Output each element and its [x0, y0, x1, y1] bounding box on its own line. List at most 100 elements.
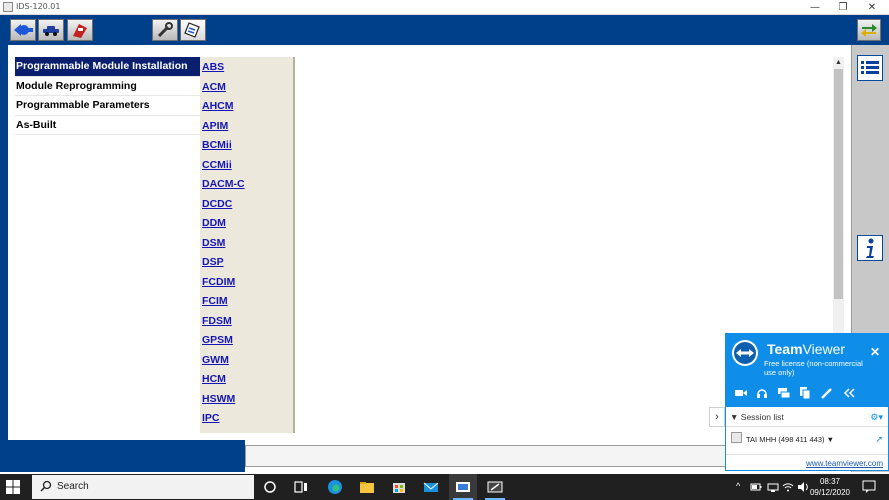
menu-item-label: Programmable Parameters — [16, 99, 150, 111]
headset-icon[interactable] — [755, 386, 769, 400]
teamviewer-website-link[interactable]: www.teamviewer.com — [806, 459, 883, 468]
programming-menu: Programmable Module Installation Module … — [15, 57, 213, 135]
store-icon[interactable] — [391, 479, 407, 495]
teamviewer-close-button[interactable]: ✕ — [870, 345, 880, 359]
windows-start-icon[interactable] — [6, 480, 20, 494]
session-entry[interactable]: TAI MHH (498 411 443) ▼ — [746, 435, 834, 444]
menu-item-programmable-parameters[interactable]: Programmable Parameters — [15, 96, 213, 116]
submenu-item-gwm[interactable]: GWM — [200, 350, 293, 370]
teamviewer-footer: www.teamviewer.com — [726, 454, 888, 471]
network-icon[interactable] — [767, 481, 779, 493]
teamviewer-brand-bold: Team — [767, 341, 803, 357]
menu-item-label: Programmable Module Installation — [16, 60, 188, 72]
session-user-icon — [731, 432, 742, 443]
swap-arrows-icon — [861, 24, 877, 37]
tray-expand-icon[interactable]: ^ — [736, 481, 740, 491]
menu-item-label: As-Built — [16, 118, 57, 131]
submenu-item-fcdim[interactable]: FCDIM — [200, 272, 293, 292]
session-pointer-icon[interactable]: ➚ — [875, 434, 883, 445]
submenu-item-apim[interactable]: APIM — [200, 116, 293, 136]
taskbar-search-box[interactable]: Search — [32, 475, 254, 499]
session-list-label: Session list — [740, 412, 784, 422]
mail-icon[interactable] — [423, 479, 439, 495]
car-icon — [43, 26, 59, 36]
submenu-item-ipc[interactable]: IPC — [200, 408, 293, 428]
ids-application-window: IDS-120.01 — ❐ ✕ Programmable Module Ins… — [0, 0, 889, 500]
close-button[interactable]: ✕ — [857, 0, 887, 15]
collapse-double-chevron-icon[interactable] — [842, 386, 856, 400]
submenu-item-gpsm[interactable]: GPSM — [200, 330, 293, 350]
list-icon — [861, 61, 879, 74]
teamviewer-logo-icon — [732, 340, 758, 366]
vehicle-button[interactable] — [38, 19, 64, 41]
windows-taskbar: Search ^ 08:37 09/12/2020 — [0, 474, 889, 500]
search-placeholder: Search — [57, 481, 89, 492]
minimize-button[interactable]: — — [800, 0, 830, 15]
teamviewer-expand-button[interactable]: › — [709, 407, 725, 427]
list-view-button[interactable] — [857, 55, 883, 81]
window-title: IDS-120.01 — [16, 2, 61, 11]
search-icon — [40, 480, 52, 492]
menu-item-as-built[interactable]: As-Built — [15, 116, 213, 135]
submenu-item-fdsm[interactable]: FDSM — [200, 311, 293, 331]
app-icon — [3, 2, 13, 12]
toolbox-button[interactable] — [67, 19, 93, 41]
submenu-item-fcim[interactable]: FCIM — [200, 291, 293, 311]
submenu-item-abs[interactable]: ABS — [200, 57, 293, 77]
teamviewer-license-text: Free license (non-commercial use only) — [764, 359, 863, 377]
module-submenu: ABS ACM AHCM APIM BCMii CCMii DACM-C DCD… — [200, 57, 295, 433]
submenu-item-ddm[interactable]: DDM — [200, 213, 293, 233]
scrollbar-thumb[interactable] — [834, 69, 843, 299]
toolbar — [0, 15, 889, 45]
ids-app-taskbar-icon[interactable] — [455, 479, 471, 495]
title-bar: IDS-120.01 — ❐ ✕ — [0, 0, 889, 15]
file-explorer-icon[interactable] — [359, 479, 375, 495]
chat-icon[interactable] — [777, 386, 791, 400]
clock-date: 09/12/2020 — [809, 488, 851, 497]
wifi-icon[interactable] — [782, 481, 794, 493]
video-icon[interactable] — [734, 386, 748, 400]
wrench-icon — [157, 22, 173, 38]
menu-item-module-reprogramming[interactable]: Module Reprogramming — [15, 77, 213, 96]
file-transfer-icon[interactable] — [798, 386, 812, 400]
info-button[interactable] — [857, 235, 883, 261]
cortana-icon[interactable] — [262, 479, 278, 495]
submenu-item-dsp[interactable]: DSP — [200, 252, 293, 272]
restore-button[interactable]: ❐ — [828, 0, 858, 15]
submenu-item-bcmii[interactable]: BCMii — [200, 135, 293, 155]
submenu-item-hswm[interactable]: HSWM — [200, 389, 293, 409]
session-entry-label: TAI MHH (498 411 443) — [746, 435, 825, 444]
taskbar-clock[interactable]: 08:37 09/12/2020 — [808, 476, 852, 498]
submenu-item-acm[interactable]: ACM — [200, 77, 293, 97]
teamviewer-brand: TeamViewer — [767, 341, 845, 357]
drawing-app-taskbar-icon[interactable] — [487, 479, 503, 495]
session-settings-gear-icon[interactable]: ⚙▾ — [870, 412, 883, 423]
swap-button[interactable] — [857, 19, 881, 41]
submenu-item-ccmii[interactable]: CCMii — [200, 155, 293, 175]
notifications-icon[interactable] — [862, 480, 876, 494]
task-view-icon[interactable] — [293, 479, 309, 495]
menu-item-label: Module Reprogramming — [16, 79, 137, 92]
bottom-left-frame — [0, 440, 245, 472]
teamviewer-panel: TeamViewer Free license (non-commercial … — [725, 333, 889, 471]
info-icon — [866, 238, 874, 258]
tools-button[interactable] — [152, 19, 178, 41]
menu-item-programmable-module-installation[interactable]: Programmable Module Installation — [15, 57, 213, 77]
edge-browser-icon[interactable] — [327, 479, 343, 495]
scroll-up-icon[interactable]: ▲ — [833, 57, 844, 68]
status-field — [245, 445, 730, 467]
clock-time: 08:37 — [819, 477, 841, 486]
battery-icon[interactable] — [750, 481, 762, 493]
module-programming-icon — [184, 22, 200, 38]
whiteboard-pen-icon[interactable] — [820, 386, 834, 400]
submenu-item-dsm[interactable]: DSM — [200, 233, 293, 253]
session-divider — [726, 426, 888, 427]
session-list-header[interactable]: ▼ Session list — [730, 412, 784, 422]
submenu-item-hcm[interactable]: HCM — [200, 369, 293, 389]
module-programming-button[interactable] — [180, 19, 206, 41]
submenu-item-dcdc[interactable]: DCDC — [200, 194, 293, 214]
submenu-item-ahcm[interactable]: AHCM — [200, 96, 293, 116]
submenu-item-dacm-c[interactable]: DACM-C — [200, 174, 293, 194]
teamviewer-brand-rest: Viewer — [802, 341, 846, 357]
back-button[interactable] — [10, 19, 36, 41]
